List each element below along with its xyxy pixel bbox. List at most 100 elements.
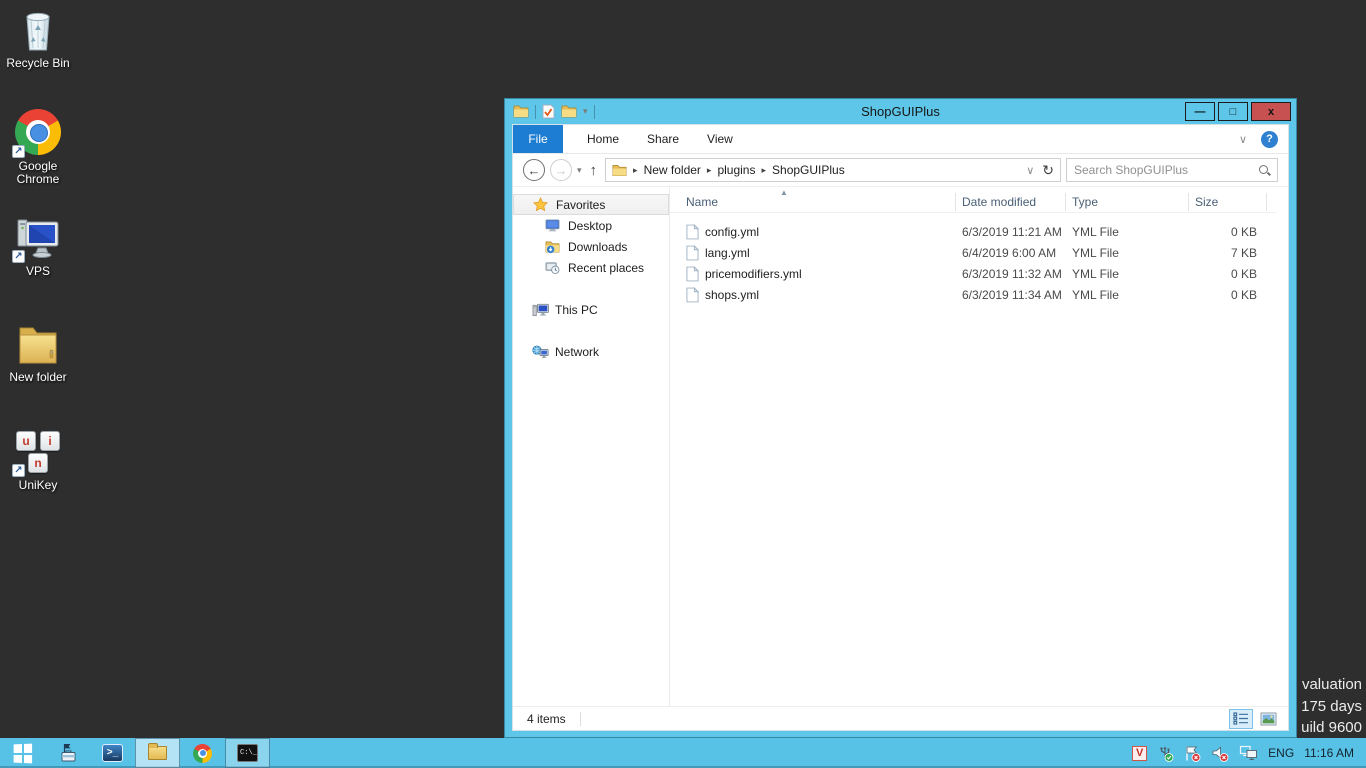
ribbon-tab-share[interactable]: Share xyxy=(633,125,693,153)
breadcrumb-arrow-icon: ▸ xyxy=(761,164,767,175)
remote-pc-icon: ↗ xyxy=(12,214,62,263)
command-prompt-icon: C:\_ xyxy=(237,744,258,762)
file-row[interactable]: lang.yml 6/4/2019 6:00 AM YML File 7 KB xyxy=(670,242,1288,263)
clock[interactable]: 11:16 AM xyxy=(1304,746,1354,760)
action-center-flag-icon[interactable] xyxy=(1184,745,1201,762)
taskbar-chrome[interactable] xyxy=(180,738,225,768)
file-row[interactable]: shops.yml 6/3/2019 11:34 AM YML File 0 K… xyxy=(670,284,1288,305)
breadcrumb-segment[interactable]: plugins xyxy=(717,163,755,177)
column-headers: ▲ Name Date modified Type Size xyxy=(670,188,1276,213)
file-size: 0 KB xyxy=(1230,224,1257,239)
taskbar-powershell[interactable]: >_ xyxy=(90,738,135,768)
help-icon[interactable]: ? xyxy=(1261,130,1278,148)
explorer-window-icon xyxy=(513,105,529,118)
column-header-type[interactable]: Type xyxy=(1066,192,1189,211)
details-view-button[interactable] xyxy=(1229,708,1253,729)
recycle-bin-icon xyxy=(14,6,62,54)
address-dropdown-icon[interactable]: ∨ xyxy=(1026,164,1034,177)
search-icon[interactable] xyxy=(1258,164,1270,176)
desktop-icon-unikey[interactable]: u i n ↗ UniKey xyxy=(1,428,75,492)
file-name: pricemodifiers.yml xyxy=(705,266,802,281)
nav-item-this-pc[interactable]: This PC xyxy=(513,299,669,320)
computer-icon xyxy=(532,303,549,317)
desktop-icon-label: New folder xyxy=(9,370,67,384)
windows-evaluation-watermark: valuation 175 days uild 9600 xyxy=(1301,676,1362,736)
thumbnail-view-button[interactable] xyxy=(1256,709,1280,729)
file-type: YML File xyxy=(1072,224,1119,239)
forward-button[interactable]: → xyxy=(550,159,572,181)
nav-item-downloads[interactable]: Downloads xyxy=(513,236,669,257)
expand-ribbon-icon[interactable]: ∨ xyxy=(1239,133,1247,146)
window-body: File Home Share View ∨ ? ← → ▾ ↑ ▸ New f… xyxy=(512,124,1289,731)
file-icon xyxy=(686,223,699,239)
window-title: ShopGUIPlus xyxy=(861,104,940,119)
quick-access-toolbar: ▾ xyxy=(513,104,595,119)
network-icon xyxy=(532,345,549,359)
minimize-button[interactable]: — xyxy=(1185,102,1215,121)
close-button[interactable]: x xyxy=(1251,102,1291,121)
unikey-vietnamese-icon[interactable]: V xyxy=(1132,745,1148,761)
column-header-name[interactable]: Name xyxy=(670,192,956,211)
taskbar: >_ C:\_ V ENG 11:16 AM xyxy=(0,738,1366,768)
navigation-pane: Favorites Desktop Downloads Recent place… xyxy=(513,187,670,706)
desktop-icon-new-folder[interactable]: New folder xyxy=(1,320,75,384)
nav-item-recent-places[interactable]: Recent places xyxy=(513,257,669,278)
start-button[interactable] xyxy=(0,738,45,768)
downloads-icon xyxy=(545,240,562,254)
desktop-monitor-icon xyxy=(545,219,562,232)
refresh-icon[interactable]: ↻ xyxy=(1042,162,1054,179)
back-button[interactable]: ← xyxy=(523,159,545,181)
star-icon xyxy=(533,197,550,212)
file-date: 6/4/2019 6:00 AM xyxy=(962,245,1057,260)
desktop-icon-google-chrome[interactable]: ↗ Google Chrome xyxy=(1,108,75,186)
customize-qat-dropdown-icon[interactable]: ▾ xyxy=(583,106,588,117)
file-row[interactable]: pricemodifiers.yml 6/3/2019 11:32 AM YML… xyxy=(670,263,1288,284)
separator xyxy=(535,104,536,119)
search-input[interactable] xyxy=(1074,163,1258,177)
desktop-icon-vps[interactable]: ↗ VPS xyxy=(1,214,75,278)
ribbon-tab-file[interactable]: File xyxy=(513,125,563,153)
nav-item-network[interactable]: Network xyxy=(513,341,669,362)
separator xyxy=(593,104,595,119)
file-date: 6/3/2019 11:34 AM xyxy=(962,287,1062,302)
breadcrumb-segment[interactable]: ShopGUIPlus xyxy=(772,163,845,177)
new-folder-icon[interactable] xyxy=(561,105,577,118)
file-name: config.yml xyxy=(705,224,760,239)
address-bar: ← → ▾ ↑ ▸ New folder ▸ plugins ▸ ShopGUI… xyxy=(513,154,1288,187)
language-indicator[interactable]: ENG xyxy=(1268,746,1294,760)
file-date: 6/3/2019 11:21 AM xyxy=(962,224,1062,239)
file-size: 0 KB xyxy=(1230,266,1257,281)
desktop-icon-recycle-bin[interactable]: Recycle Bin xyxy=(1,6,75,70)
search-box[interactable] xyxy=(1066,158,1278,182)
network-status-icon[interactable] xyxy=(1239,745,1258,761)
taskbar-file-explorer[interactable] xyxy=(135,738,180,768)
volume-muted-icon[interactable] xyxy=(1211,745,1229,762)
taskbar-server-manager[interactable] xyxy=(45,738,90,768)
chrome-icon: ↗ xyxy=(12,109,62,158)
breadcrumb-segment[interactable]: New folder xyxy=(644,163,701,177)
file-icon xyxy=(686,286,699,302)
properties-icon[interactable] xyxy=(542,104,555,119)
recent-locations-dropdown-icon[interactable]: ▾ xyxy=(577,165,582,176)
desktop-icon-label: VPS xyxy=(25,264,50,278)
up-button[interactable]: ↑ xyxy=(587,162,601,179)
title-bar[interactable]: ▾ ShopGUIPlus — □ x xyxy=(505,99,1296,124)
ribbon-tab-bar: File Home Share View ∨ ? xyxy=(513,125,1288,154)
nav-item-favorites[interactable]: Favorites xyxy=(513,194,669,215)
file-type: YML File xyxy=(1072,266,1119,281)
sort-ascending-icon: ▲ xyxy=(780,188,788,197)
file-name: lang.yml xyxy=(705,245,750,260)
file-row[interactable]: config.yml 6/3/2019 11:21 AM YML File 0 … xyxy=(670,221,1288,242)
maximize-button[interactable]: □ xyxy=(1218,102,1248,121)
column-header-date-modified[interactable]: Date modified xyxy=(956,192,1066,211)
taskbar-command-prompt[interactable]: C:\_ xyxy=(225,738,270,768)
caption-buttons: — □ x xyxy=(1185,102,1291,121)
column-header-size[interactable]: Size xyxy=(1189,192,1267,211)
address-folder-icon xyxy=(612,164,627,176)
status-bar: 4 items xyxy=(513,706,1288,730)
ribbon-tab-view[interactable]: View xyxy=(693,125,747,153)
breadcrumb[interactable]: ▸ New folder ▸ plugins ▸ ShopGUIPlus ∨ ↻ xyxy=(605,158,1061,182)
usb-safely-remove-icon[interactable] xyxy=(1157,745,1174,762)
ribbon-tab-home[interactable]: Home xyxy=(573,125,633,153)
nav-item-desktop[interactable]: Desktop xyxy=(513,215,669,236)
